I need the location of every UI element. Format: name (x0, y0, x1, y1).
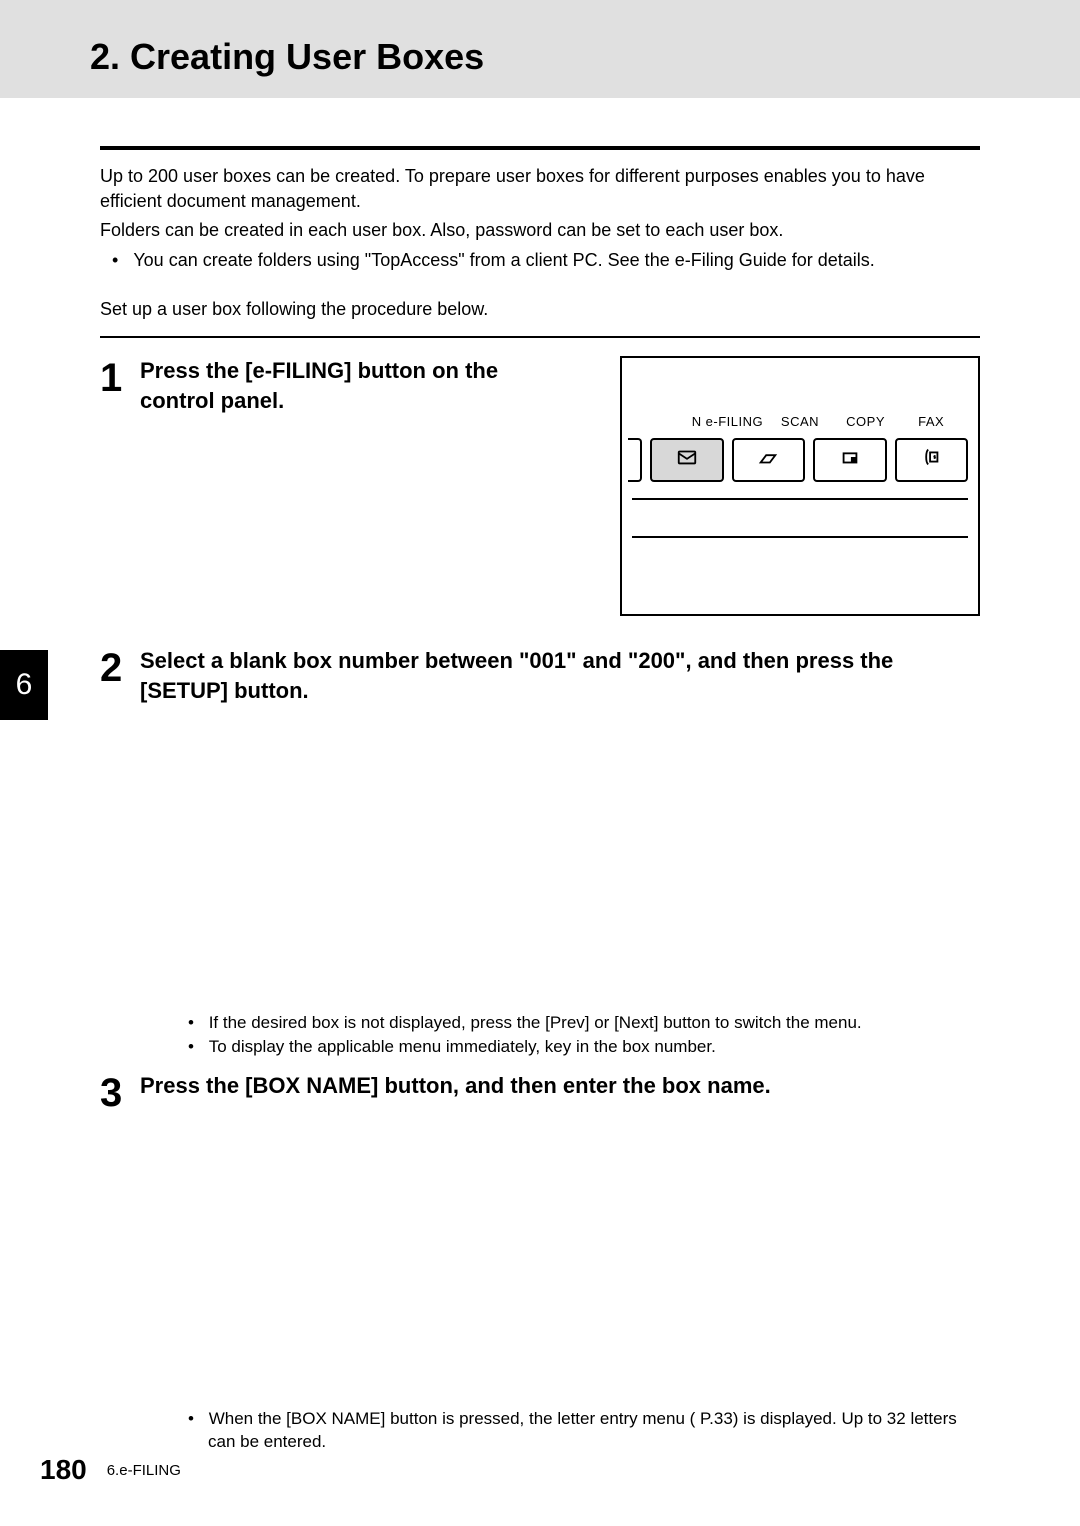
panel-label-efiling: e-FILING (702, 414, 768, 429)
intro-bullets: You can create folders using "TopAccess"… (100, 248, 980, 273)
panel-labels: N e-FILING SCAN COPY FAX (636, 414, 964, 429)
step-3-number: 3 (100, 1073, 140, 1113)
mail-icon (676, 446, 698, 473)
panel-button-efiling (650, 438, 724, 482)
intro-p2: Folders can be created in each user box.… (100, 218, 980, 243)
panel-label-edge: N (636, 414, 702, 429)
scan-icon (757, 446, 779, 473)
panel-button-scan (732, 438, 806, 482)
divider-thick (100, 146, 980, 150)
step-3: 3 Press the [BOX NAME] button, and then … (100, 1071, 980, 1454)
panel-label-copy: COPY (833, 414, 899, 429)
page-content: Up to 200 user boxes can be created. To … (0, 146, 1080, 1454)
panel-slot (632, 498, 968, 538)
step-3-notes: When the [BOX NAME] button is pressed, t… (140, 1407, 980, 1455)
page-number: 180 (40, 1454, 87, 1486)
step-3-body: Press the [BOX NAME] button, and then en… (140, 1071, 980, 1454)
page-footer: 180 6.e-FILING (0, 1454, 1080, 1486)
step-2-title: Select a blank box number between "001" … (140, 646, 980, 705)
step-1: 1 Press the [e-FILING] button on the con… (100, 356, 980, 616)
step-1-number: 1 (100, 358, 140, 398)
step-2: 2 Select a blank box number between "001… (100, 646, 980, 1059)
panel-label-fax: FAX (898, 414, 964, 429)
chapter-tab: 6 (0, 650, 48, 720)
panel-button-fax (895, 438, 969, 482)
panel-buttons-row (628, 438, 968, 482)
intro-bullet-1: You can create folders using "TopAccess"… (112, 248, 980, 273)
divider-thin (100, 336, 980, 338)
page-title: 2. Creating User Boxes (90, 36, 1080, 78)
step-2-notes: If the desired box is not displayed, pre… (140, 1011, 980, 1059)
step-2-body: Select a blank box number between "001" … (140, 646, 980, 1059)
step-1-body: Press the [e-FILING] button on the contr… (140, 356, 980, 616)
step-2-number: 2 (100, 648, 140, 688)
chapter-tab-number: 6 (16, 668, 33, 702)
intro-setup-line: Set up a user box following the procedur… (100, 297, 980, 322)
panel-button-copy (813, 438, 887, 482)
intro-p1: Up to 200 user boxes can be created. To … (100, 164, 980, 214)
step-2-note-2: To display the applicable menu immediate… (188, 1035, 980, 1059)
control-panel-illustration: N e-FILING SCAN COPY FAX (620, 356, 980, 616)
step-1-title: Press the [e-FILING] button on the contr… (140, 356, 570, 415)
step-3-note-1: When the [BOX NAME] button is pressed, t… (188, 1407, 980, 1455)
panel-label-scan: SCAN (767, 414, 833, 429)
intro-block: Up to 200 user boxes can be created. To … (100, 164, 980, 322)
fax-icon (920, 446, 942, 473)
step-3-title: Press the [BOX NAME] button, and then en… (140, 1071, 980, 1101)
copy-icon (839, 446, 861, 473)
footer-section-label: 6.e-FILING (107, 1462, 181, 1479)
panel-button-edge (628, 438, 642, 482)
step-2-note-1: If the desired box is not displayed, pre… (188, 1011, 980, 1035)
page-header: 2. Creating User Boxes (0, 0, 1080, 98)
